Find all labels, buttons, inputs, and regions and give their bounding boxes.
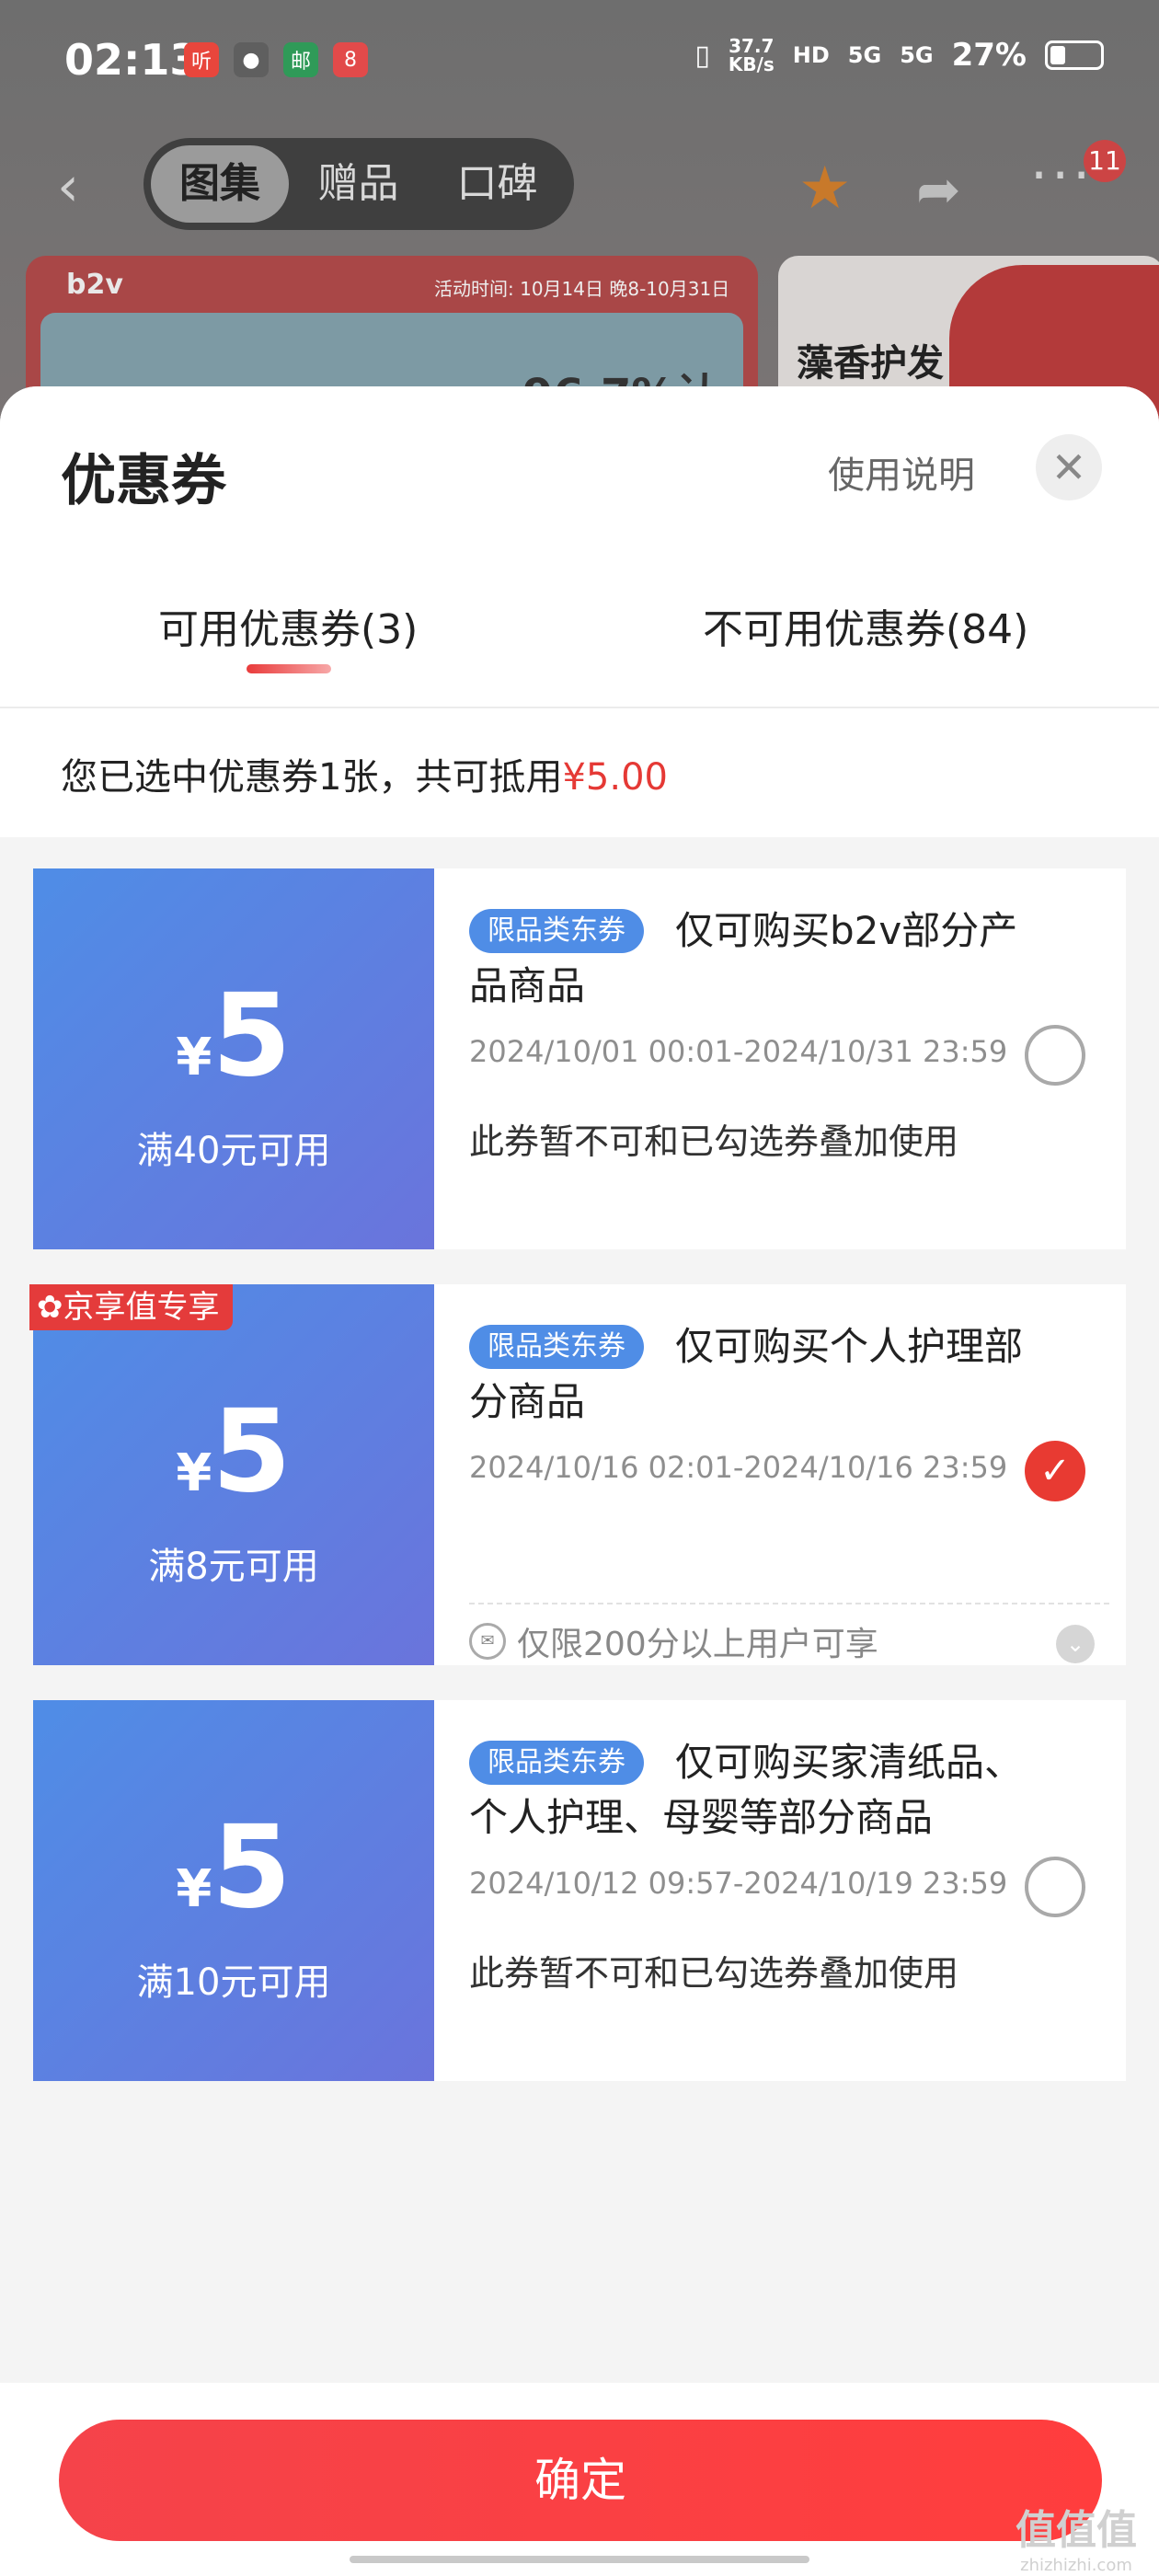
- home-indicator[interactable]: [350, 2556, 809, 2563]
- coupon-details: 仅可购买b2v部分产品商品 限品类东券 2024/10/01 00:01-202…: [434, 868, 1126, 1249]
- coupon-category-tag: 限品类东券: [469, 1325, 644, 1369]
- coupon-value-panel: ¥5 满8元可用: [28, 1284, 434, 1665]
- side-promo-text: 藻香护发: [797, 342, 944, 385]
- tab-gifts[interactable]: 赠品: [289, 145, 428, 223]
- coupon-limit-row: ✉ 仅限200分以上用户可享: [469, 1617, 878, 1665]
- close-icon[interactable]: ✕: [1036, 434, 1102, 500]
- background-page: 02:13 听 ● 邮 8 ▯ 37.7 KB/s HD 5G 5G 27% ‹…: [0, 0, 1159, 431]
- sheet-footer: 确定 值值值 zhizhizhi.com: [0, 2383, 1159, 2576]
- usage-instructions-link[interactable]: 使用说明: [828, 445, 975, 499]
- confirm-button[interactable]: 确定: [59, 2420, 1102, 2541]
- nav-segment: 图集 赠品 口碑: [143, 138, 574, 230]
- status-time: 02:13: [64, 35, 200, 85]
- sheet-title: 优惠券: [61, 449, 226, 513]
- favorite-star-icon[interactable]: ★: [798, 155, 851, 223]
- coupon-details: 仅可购买家清纸品、个人护理、母婴等部分商品 限品类东券 2024/10/12 0…: [434, 1700, 1126, 2081]
- listen-app-icon: 听: [184, 42, 219, 77]
- coupon-divider: [469, 1603, 1109, 1604]
- banner-time: 活动时间: 10月14日 晚8-10月31日: [434, 278, 730, 300]
- coupon-note: 此券暂不可和已勾选券叠加使用: [469, 1121, 959, 1162]
- coupon-note: 此券暂不可和已勾选券叠加使用: [469, 1953, 959, 1994]
- coupon-validity: 2024/10/16 02:01-2024/10/16 23:59: [469, 1450, 1008, 1485]
- back-icon[interactable]: ‹: [57, 155, 79, 219]
- net-speed: 37.7 KB/s: [728, 35, 775, 75]
- coupon-card[interactable]: ¥5 满40元可用 仅可购买b2v部分产品商品 限品类东券 2024/10/01…: [28, 868, 1126, 1249]
- coupon-sheet: 优惠券 使用说明 ✕ 可用优惠券(3) 不可用优惠券(84) 您已选中优惠券1张…: [0, 386, 1159, 2576]
- tab-gallery[interactable]: 图集: [151, 145, 289, 223]
- share-icon[interactable]: ➦: [916, 158, 961, 221]
- shop-app-icon: 8: [333, 42, 368, 77]
- tab-unavailable-coupons[interactable]: 不可用优惠券(84): [703, 596, 1028, 655]
- coupon-value-panel: ¥5 满40元可用: [28, 868, 434, 1249]
- battery-icon: [1045, 40, 1104, 70]
- status-app-icons: 听 ● 邮 8: [184, 42, 368, 77]
- coupon-amount: ¥5: [176, 970, 292, 1102]
- coupon-amount: ¥5: [176, 1386, 292, 1518]
- signal-icon-1: 5G: [847, 42, 882, 68]
- vip-exclusive-tag: ✿京享值专享: [29, 1284, 233, 1330]
- watermark-logo: 值值值 zhizhizhi.com: [1016, 2507, 1137, 2575]
- active-tab-indicator: [247, 664, 331, 673]
- coupon-select-radio[interactable]: [1025, 1025, 1085, 1086]
- vibrate-icon: ▯: [694, 39, 710, 72]
- hd-icon: HD: [792, 42, 830, 68]
- coupon-validity: 2024/10/12 09:57-2024/10/19 23:59: [469, 1866, 1008, 1901]
- tab-reviews[interactable]: 口碑: [428, 145, 567, 223]
- status-bar: 02:13 听 ● 邮 8 ▯ 37.7 KB/s HD 5G 5G 27%: [0, 0, 1159, 129]
- coupon-limit-text: 仅限200分以上用户可享: [517, 1626, 878, 1663]
- tab-available-coupons[interactable]: 可用优惠券(3): [158, 596, 418, 655]
- coupon-value-panel: ¥5 满10元可用: [28, 1700, 434, 2081]
- signal-icon-2: 5G: [900, 42, 934, 68]
- selected-amount: ¥5.00: [562, 756, 668, 799]
- ribbon-icon: ✿: [37, 1289, 63, 1326]
- sheet-header: 优惠券 使用说明 ✕ 可用优惠券(3) 不可用优惠券(84): [0, 386, 1159, 708]
- wechat-icon: ●: [234, 42, 269, 77]
- coupon-threshold: 满40元可用: [136, 1130, 331, 1172]
- coupon-select-radio[interactable]: [1025, 1857, 1085, 1917]
- notification-badge: 11: [1084, 140, 1126, 182]
- coupon-validity: 2024/10/01 00:01-2024/10/31 23:59: [469, 1034, 1008, 1069]
- post-app-icon: 邮: [283, 42, 318, 77]
- status-indicators: ▯ 37.7 KB/s HD 5G 5G 27%: [694, 37, 1104, 74]
- coupon-details: 仅可购买个人护理部分商品 限品类东券 2024/10/16 02:01-2024…: [434, 1284, 1126, 1665]
- coupon-amount: ¥5: [176, 1801, 292, 1934]
- coupon-threshold: 满10元可用: [136, 1961, 331, 2004]
- coupon-selected-check-icon[interactable]: ✓: [1025, 1441, 1085, 1501]
- coupon-threshold: 满8元可用: [148, 1546, 319, 1588]
- coupon-card[interactable]: ¥5 满8元可用 ✿京享值专享 仅可购买个人护理部分商品 限品类东券 2024/…: [28, 1284, 1126, 1665]
- coupon-category-tag: 限品类东券: [469, 1741, 644, 1785]
- coupon-card[interactable]: ¥5 满10元可用 仅可购买家清纸品、个人护理、母婴等部分商品 限品类东券 20…: [28, 1700, 1126, 2081]
- product-nav: ‹ 图集 赠品 口碑 ★ ➦ ··· 11: [0, 138, 1159, 230]
- coupon-category-tag: 限品类东券: [469, 909, 644, 953]
- selected-summary-text: 您已选中优惠券1张，共可抵用¥5.00: [61, 756, 668, 799]
- battery-percent: 27%: [951, 37, 1027, 74]
- selected-summary: 您已选中优惠券1张，共可抵用¥5.00: [0, 708, 1159, 837]
- banner-logo: b2v: [66, 269, 123, 301]
- limit-info-icon: ✉: [469, 1623, 506, 1660]
- chevron-down-icon[interactable]: ⌄: [1056, 1625, 1095, 1663]
